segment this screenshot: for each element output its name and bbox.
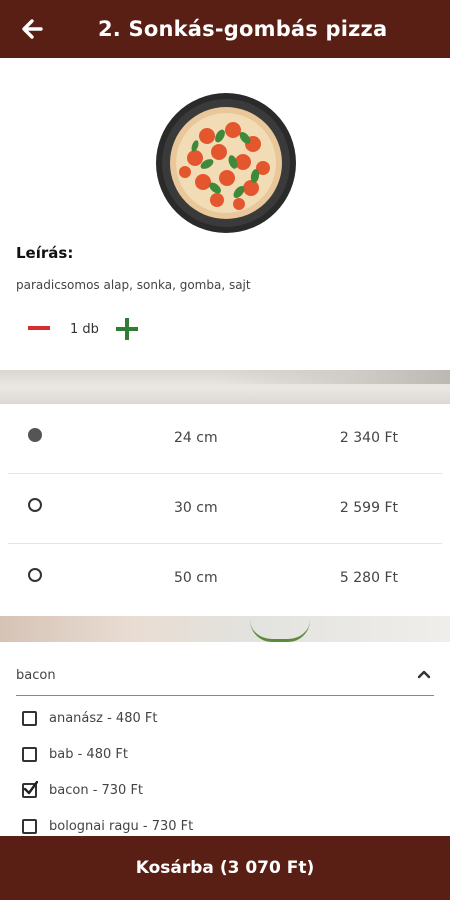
description-title: Leírás: <box>16 244 74 262</box>
description-text: paradicsomos alap, sonka, gomba, sajt <box>16 278 251 292</box>
extra-option-label: bacon - 730 Ft <box>49 782 144 798</box>
extra-option-label: bolognai ragu - 730 Ft <box>49 818 194 834</box>
pizza-image <box>156 93 296 233</box>
extra-option-label: ananász - 480 Ft <box>49 710 158 726</box>
extra-option-label: bab - 480 Ft <box>49 746 128 762</box>
quantity-minus-button[interactable] <box>26 314 52 344</box>
size-label: 30 cm <box>174 500 218 516</box>
background-photo-strip <box>0 616 450 642</box>
background-photo-strip <box>0 370 450 404</box>
radio-unselected[interactable] <box>28 568 42 582</box>
size-label: 50 cm <box>174 570 218 586</box>
chevron-up-icon[interactable] <box>416 666 432 682</box>
add-to-cart-label: Kosárba (3 070 Ft) <box>135 858 315 878</box>
size-option[interactable]: 24 cm 2 340 Ft <box>8 404 442 474</box>
checkbox-unchecked[interactable] <box>22 710 37 726</box>
add-to-cart-button[interactable]: Kosárba (3 070 Ft) <box>0 836 450 900</box>
radio-unselected[interactable] <box>28 498 42 512</box>
size-label: 24 cm <box>174 430 218 446</box>
checkbox-unchecked[interactable] <box>22 818 37 834</box>
arrow-left-icon <box>22 19 43 39</box>
app-bar: 2. Sonkás-gombás pizza <box>0 0 450 58</box>
radio-selected[interactable] <box>28 428 42 442</box>
checkmark-icon <box>23 780 38 794</box>
back-button[interactable] <box>0 0 64 58</box>
photo-streak <box>220 370 450 384</box>
checkbox-unchecked[interactable] <box>22 746 37 762</box>
extra-option[interactable]: ananász - 480 Ft <box>22 704 157 732</box>
plus-icon <box>116 318 138 340</box>
size-options: 24 cm 2 340 Ft 30 cm 2 599 Ft 50 cm 5 28… <box>0 404 450 616</box>
size-option[interactable]: 30 cm 2 599 Ft <box>8 474 442 544</box>
extras-section: bacon ananász - 480 Ft bab - 480 Ft baco… <box>0 642 450 836</box>
extra-option[interactable]: bacon - 730 Ft <box>22 776 143 804</box>
extras-dropdown[interactable]: bacon <box>16 658 434 696</box>
product-card: Leírás: paradicsomos alap, sonka, gomba,… <box>0 58 450 370</box>
quantity-plus-button[interactable] <box>114 314 140 344</box>
price-label: 5 280 Ft <box>339 570 398 586</box>
size-option[interactable]: 50 cm 5 280 Ft <box>8 544 442 614</box>
photo-leaf <box>250 620 310 642</box>
quantity-value: 1 db <box>70 322 99 337</box>
dropdown-value: bacon <box>16 668 56 683</box>
checkbox-checked[interactable] <box>22 780 38 798</box>
page-title: 2. Sonkás-gombás pizza <box>98 17 388 41</box>
extra-option[interactable]: bab - 480 Ft <box>22 740 128 768</box>
price-label: 2 599 Ft <box>339 500 398 516</box>
minus-icon <box>28 326 50 330</box>
price-label: 2 340 Ft <box>339 430 398 446</box>
